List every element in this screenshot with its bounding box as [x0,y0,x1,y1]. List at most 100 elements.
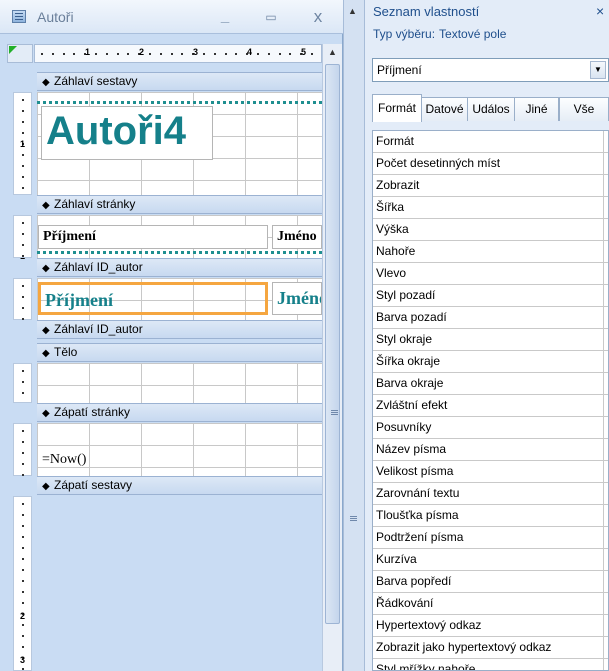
ruler-tick [22,558,24,560]
ruler-tick [22,307,24,309]
section-bar-page-footer[interactable]: ◆ Zápatí stránky [37,403,322,422]
property-row[interactable]: Podtržení písma [373,527,608,549]
property-row[interactable]: Řádkování [373,593,608,615]
property-row[interactable]: Styl mřížky nahoře [373,659,608,670]
ruler-tick [22,514,24,516]
ruler-tick [22,370,24,372]
ruler-tick [22,99,24,101]
property-row[interactable]: Styl pozadí [373,285,608,307]
property-row[interactable]: Výška [373,219,608,241]
tab-format[interactable]: Formát [372,94,422,122]
property-row[interactable]: Hypertextový odkaz [373,615,608,637]
ruler-tick [62,53,65,55]
section-arrow-icon: ◆ [42,200,50,211]
property-row[interactable]: Barva pozadí [373,307,608,329]
report-title: Autoři [37,9,74,25]
property-row[interactable]: Zobrazit [373,175,608,197]
ruler-tick [95,53,97,55]
section-bar-group-header[interactable]: ◆ Záhlaví ID_autor [37,258,322,277]
ruler-tick [278,53,281,55]
maximize-button[interactable]: ▭ [259,6,283,28]
ruler-tick [213,53,216,55]
now-expression-field[interactable]: =Now() [40,449,110,471]
scrollbar-thumb[interactable] [325,64,340,624]
property-row[interactable]: Zvláštní efekt [373,395,608,417]
section-bar-detail[interactable]: ◆ Tělo [37,343,322,362]
ruler-tick [149,53,151,55]
scroll-up-arrow-icon[interactable]: ▲ [348,6,357,16]
header-name-label[interactable]: Jméno [272,225,322,249]
surname-field[interactable]: Příjmení [38,282,268,315]
ruler-tick [170,53,173,55]
tab-data[interactable]: Datové [421,97,468,121]
property-row[interactable]: Velikost písma [373,461,608,483]
property-row[interactable]: Nahoře [373,241,608,263]
object-selector-value: Příjmení [377,63,422,77]
ruler-tick [22,255,24,257]
property-sheet-close-icon[interactable]: × [596,3,604,19]
workspace-scrollbar[interactable]: ▲ [343,0,365,671]
horizontal-ruler[interactable]: 1 2 3 4 5 [34,44,322,63]
ruler-tick [22,646,24,648]
property-row[interactable]: Vlevo [373,263,608,285]
ruler-tick [22,285,24,287]
property-row[interactable]: Kurzíva [373,549,608,571]
ruler-number: 2 [20,611,26,621]
ruler-tick [224,53,227,55]
ruler-tick [22,463,24,465]
ruler-number: 5 [301,47,307,57]
ruler-tick [311,53,313,55]
minimize-button[interactable]: _ [213,6,237,28]
header-surname-label[interactable]: Příjmení [38,225,268,249]
property-row[interactable]: Tloušťka písma [373,505,608,527]
property-row[interactable]: Název písma [373,439,608,461]
ruler-tick [22,547,24,549]
section-label: Tělo [54,345,78,359]
section-bar-report-header[interactable]: ◆ Záhlaví sestavy [37,72,322,91]
property-row[interactable]: Barva okraje [373,373,608,395]
property-row[interactable]: Styl okraje [373,329,608,351]
property-row[interactable]: Zobrazit jako hypertextový odkaz [373,637,608,659]
property-row[interactable]: Formát [373,131,608,153]
tab-event[interactable]: Událos [467,97,515,121]
ruler-tick [22,474,24,476]
vertical-ruler-segment: 11 [13,92,32,261]
report-titlebar[interactable]: Autoři _ ▭ x [0,0,343,34]
ruler-tick [22,525,24,527]
tab-all[interactable]: Vše [559,97,609,121]
section-label: Zápatí stránky [54,405,131,419]
dropdown-arrow-icon[interactable]: ▼ [590,61,606,79]
vertical-ruler[interactable]: 11 2 3 [7,65,33,671]
property-row[interactable]: Posuvníky [373,417,608,439]
report-selector[interactable] [7,44,33,63]
close-button[interactable]: x [306,6,330,28]
detail-area[interactable] [37,363,322,403]
ruler-tick [235,53,238,55]
report-design-window: Autoři _ ▭ x 12345 1123 ◆Záhlaví sestavy… [0,0,343,671]
ruler-tick [22,132,24,134]
tab-other[interactable]: Jiné [514,97,559,121]
section-arrow-icon: ◆ [42,348,50,359]
ruler-number: 3 [20,655,26,665]
property-row[interactable]: Šířka okraje [373,351,608,373]
property-row[interactable]: Barva popředí [373,571,608,593]
section-bar-page-header[interactable]: ◆ Záhlaví stránky [37,195,322,214]
ruler-tick [22,580,24,582]
section-bar-group-footer[interactable]: ◆ Záhlaví ID_autor [37,320,322,339]
ruler-tick [22,381,24,383]
ruler-tick [22,187,24,189]
name-field[interactable]: Jméno [272,282,322,315]
ruler-tick [116,53,119,55]
ruler-tick [73,53,76,55]
section-bar-report-footer[interactable]: ◆ Zápatí sestavy [37,476,322,495]
section-arrow-icon: ◆ [42,408,50,419]
report-title-label[interactable]: Autoři4 [41,106,213,160]
property-row[interactable]: Zarovnání textu [373,483,608,505]
section-label: Záhlaví sestavy [54,74,138,88]
object-selector-dropdown[interactable]: Příjmení ▼ [372,58,609,82]
report-vertical-scrollbar[interactable]: ▲ [322,44,342,671]
scroll-up-arrow-icon[interactable]: ▲ [323,44,342,61]
property-row[interactable]: Počet desetinných míst [373,153,608,175]
ruler-number: 1 [85,47,91,57]
property-row[interactable]: Šířka [373,197,608,219]
